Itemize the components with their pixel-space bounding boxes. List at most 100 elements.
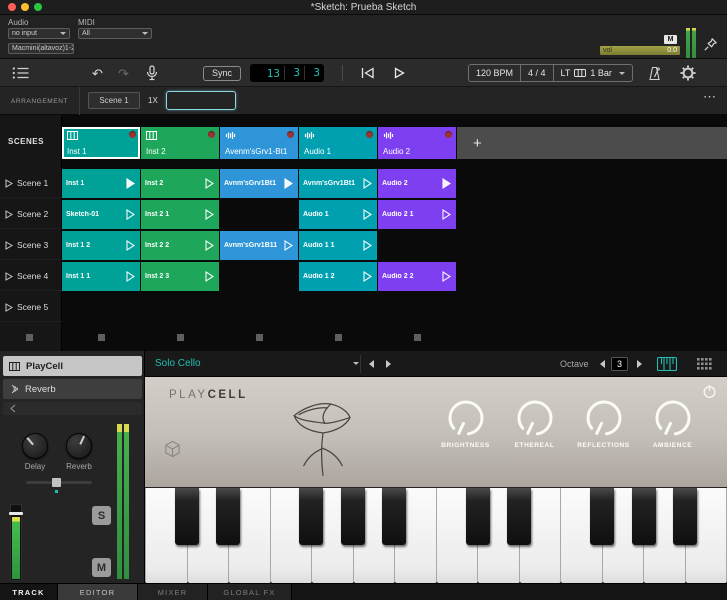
clip[interactable]: Audio 2	[378, 169, 456, 198]
grid-view-button[interactable]	[697, 358, 712, 370]
clip-play-icon[interactable]	[284, 240, 293, 251]
clip-play-icon[interactable]	[126, 240, 135, 251]
preset-select[interactable]: Solo Cello	[155, 358, 201, 369]
record-arm-button[interactable]	[445, 131, 452, 138]
macro-knob-ethereal[interactable]: ETHEREAL	[500, 397, 569, 449]
clip[interactable]: Audio 1	[299, 200, 377, 229]
track-stop-button[interactable]	[98, 334, 105, 341]
empty-clip-slot[interactable]	[220, 262, 298, 291]
clip[interactable]: Inst 2 3	[141, 262, 219, 291]
lt-toggle[interactable]: LT	[561, 68, 571, 78]
record-mic-button[interactable]	[146, 59, 158, 87]
time-signature-display[interactable]: 4 / 4	[521, 65, 553, 81]
clip[interactable]: Audio 2 2	[378, 262, 456, 291]
clip-play-icon[interactable]	[126, 178, 135, 189]
chain-item-playcell[interactable]: PlayCell	[3, 356, 142, 376]
scene-row-5[interactable]: Scene 5	[0, 293, 62, 322]
fader-handle[interactable]	[9, 512, 23, 515]
clip-play-icon[interactable]	[442, 271, 451, 282]
clip[interactable]: Sketch-01	[62, 200, 140, 229]
chevron-down-icon[interactable]	[353, 362, 359, 365]
sync-button[interactable]: Sync	[203, 59, 241, 87]
clip[interactable]: Avnm'sGrv1B11	[220, 231, 298, 260]
clip-play-icon[interactable]	[205, 178, 214, 189]
return-to-start-button[interactable]	[360, 59, 375, 87]
slider-handle[interactable]	[52, 478, 61, 487]
piano-keyboard[interactable]	[145, 487, 727, 583]
master-mute-button[interactable]: M	[664, 35, 677, 44]
main-menu-button[interactable]	[12, 59, 29, 87]
black-key[interactable]	[673, 488, 697, 545]
metronome-button[interactable]	[648, 59, 661, 87]
clip[interactable]: Inst 1 1	[62, 262, 140, 291]
tab-track[interactable]: TRACK	[0, 584, 58, 600]
empty-clip-slot[interactable]	[220, 293, 298, 322]
black-key[interactable]	[466, 488, 490, 545]
track-header-avenm[interactable]: Avenm'sGrv1-Bt1	[220, 127, 298, 159]
clip[interactable]: Audio 1 1	[299, 231, 377, 260]
clip[interactable]: Avnm'sGrv1Bt1	[299, 169, 377, 198]
pan-slider[interactable]	[26, 481, 92, 484]
scene-row-3[interactable]: Scene 3	[0, 231, 62, 260]
clip-play-icon[interactable]	[363, 178, 372, 189]
minimize-window-button[interactable]	[21, 3, 29, 11]
empty-clip-slot[interactable]	[220, 200, 298, 229]
record-arm-button[interactable]	[208, 131, 215, 138]
clip[interactable]: Inst 2	[141, 169, 219, 198]
channel-fader[interactable]	[10, 504, 22, 581]
black-key[interactable]	[299, 488, 323, 545]
track-stop-button[interactable]	[414, 334, 421, 341]
pin-icon[interactable]	[703, 37, 718, 52]
close-window-button[interactable]	[8, 3, 16, 11]
stop-all-clips-button[interactable]	[26, 334, 33, 341]
clip-play-icon[interactable]	[205, 240, 214, 251]
undo-button[interactable]: ↶	[92, 59, 103, 87]
audio-output-select[interactable]: Macmini(altavoz)1-2	[8, 43, 74, 54]
clip[interactable]: Inst 1	[62, 169, 140, 198]
zoom-window-button[interactable]	[34, 3, 42, 11]
song-position-display[interactable]: 13 3 3	[250, 64, 324, 82]
clip[interactable]: Inst 1 2	[62, 231, 140, 260]
black-key[interactable]	[507, 488, 531, 545]
empty-clip-slot[interactable]	[62, 293, 140, 322]
macro-knob-brightness[interactable]: BRIGHTNESS	[431, 397, 500, 449]
black-key[interactable]	[590, 488, 614, 545]
black-key[interactable]	[216, 488, 240, 545]
empty-clip-slot[interactable]	[378, 293, 456, 322]
octave-down-button[interactable]	[600, 360, 605, 368]
track-header-inst-1[interactable]: Inst 1	[62, 127, 140, 159]
keyboard-view-button[interactable]	[657, 357, 677, 371]
clip-play-icon[interactable]	[205, 209, 214, 220]
scene-row-4[interactable]: Scene 4	[0, 262, 62, 291]
arrangement-scene-chip[interactable]: Scene 1	[88, 92, 140, 109]
track-stop-button[interactable]	[335, 334, 342, 341]
settings-button[interactable]	[680, 59, 696, 87]
octave-up-button[interactable]	[637, 360, 642, 368]
clip-play-icon[interactable]	[363, 209, 372, 220]
clip[interactable]: Avnm'sGrv1Bt1	[220, 169, 298, 198]
clip-play-icon[interactable]	[363, 271, 372, 282]
clip[interactable]: Inst 2 2	[141, 231, 219, 260]
clip[interactable]: Audio 2 1	[378, 200, 456, 229]
record-arm-button[interactable]	[366, 131, 373, 138]
clip[interactable]: Audio 1 2	[299, 262, 377, 291]
arrangement-more-button[interactable]: ⋯	[703, 89, 717, 105]
clip-play-icon[interactable]	[284, 178, 293, 189]
next-preset-button[interactable]	[386, 360, 391, 368]
add-track-button[interactable]: +	[457, 127, 727, 159]
black-key[interactable]	[632, 488, 656, 545]
record-arm-button[interactable]	[129, 131, 136, 138]
empty-clip-slot[interactable]	[141, 293, 219, 322]
audio-input-select[interactable]: no input	[8, 28, 70, 39]
solo-button[interactable]: S	[92, 506, 111, 525]
midi-input-select[interactable]: All	[78, 28, 152, 39]
tab-mixer[interactable]: MIXER	[138, 584, 208, 600]
black-key[interactable]	[382, 488, 406, 545]
track-stop-button[interactable]	[256, 334, 263, 341]
macro-knob-reflections[interactable]: REFLECTIONS	[569, 397, 638, 449]
master-volume-slider[interactable]: vol 0.0	[600, 46, 680, 55]
record-arm-button[interactable]	[287, 131, 294, 138]
chain-collapse-button[interactable]	[3, 402, 142, 415]
black-key[interactable]	[175, 488, 199, 545]
reverb-send-knob[interactable]	[66, 433, 92, 459]
